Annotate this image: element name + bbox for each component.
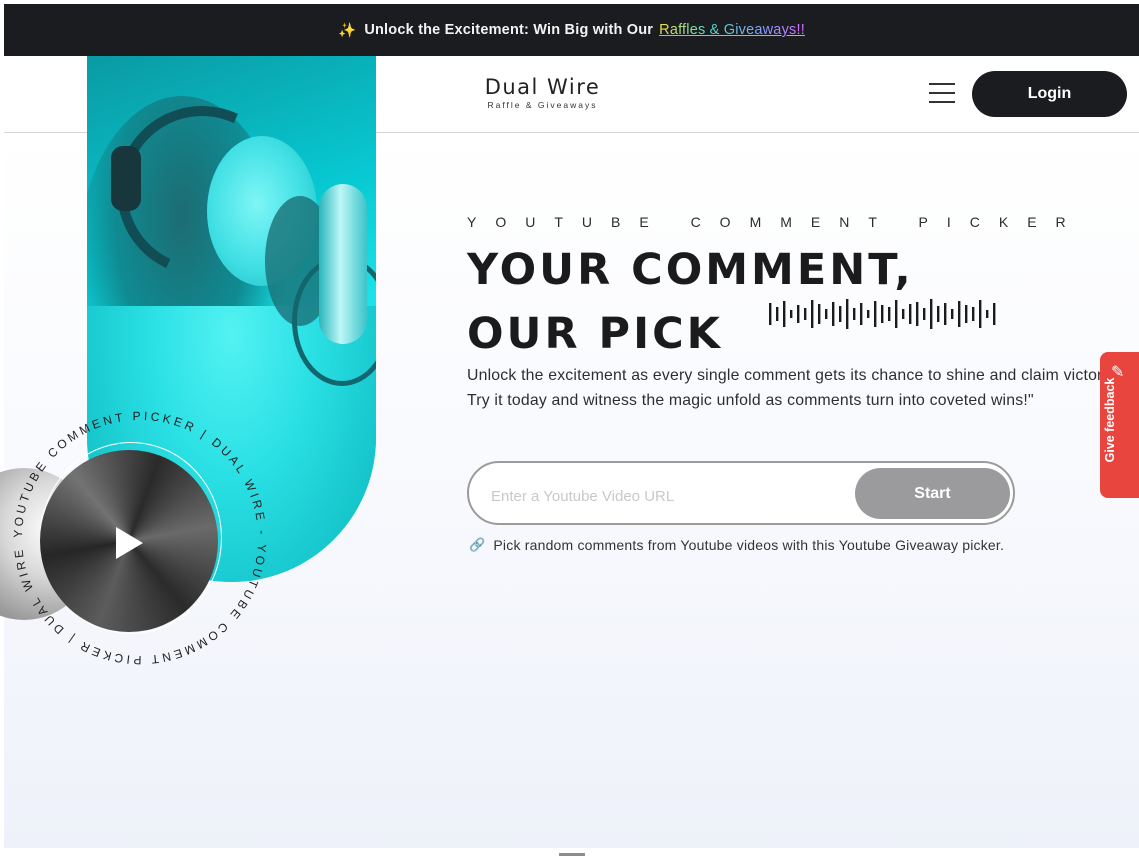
wave-bar <box>958 301 961 327</box>
wave-bar <box>832 302 835 326</box>
video-url-input[interactable] <box>489 481 853 511</box>
wave-bar <box>797 305 800 323</box>
wave-bar <box>979 300 982 328</box>
announcement-text: Unlock the Excitement: Win Big with Our <box>364 22 654 38</box>
wave-bar <box>867 310 870 318</box>
wave-bar <box>853 308 856 320</box>
raffles-giveaways-link[interactable]: Raffles & Giveaways!! <box>659 22 805 38</box>
wave-bar <box>860 303 863 325</box>
wave-bar <box>965 305 968 323</box>
wave-bar <box>818 304 821 324</box>
link-icon: 🔗 <box>469 537 486 552</box>
video-url-form: Start <box>467 461 1015 525</box>
wave-bar <box>804 308 807 320</box>
site-logo[interactable]: Dual Wire Raffle & Giveaways <box>455 76 630 110</box>
wave-bar <box>993 303 996 325</box>
video-play-disc: YOUTUBE COMMENT PICKER | DUAL WIRE - YOU… <box>0 398 280 678</box>
wave-bar <box>874 301 877 327</box>
start-button[interactable]: Start <box>855 468 1010 519</box>
hint-line: 🔗 Pick random comments from Youtube vide… <box>469 537 1004 553</box>
sound-wave-icon <box>769 299 996 329</box>
hero-description: Unlock the excitement as every single co… <box>467 367 1115 409</box>
headline-line-1: YOUR COMMENT, <box>467 245 914 295</box>
wave-bar <box>811 300 814 328</box>
give-feedback-label: Give feedback <box>1103 377 1117 463</box>
wave-bar <box>888 307 891 321</box>
wave-bar <box>930 299 933 329</box>
wave-bar <box>846 299 849 329</box>
hamburger-menu-icon[interactable] <box>929 83 955 105</box>
logo-subtitle: Raffle & Giveaways <box>487 100 598 110</box>
wave-bar <box>825 309 828 319</box>
wave-bar <box>972 307 975 321</box>
wave-bar <box>909 304 912 324</box>
wave-bar <box>895 300 898 328</box>
give-feedback-tab[interactable]: ✎ Give feedback <box>1100 352 1139 498</box>
wave-bar <box>951 309 954 319</box>
wave-bar <box>937 306 940 322</box>
wave-bar <box>790 310 793 318</box>
hero-eyebrow: YOUTUBE COMMENT PICKER <box>467 214 1085 230</box>
logo-title: Dual Wire <box>484 75 601 99</box>
wave-bar <box>783 301 786 327</box>
wave-bar <box>776 307 779 321</box>
wave-bar <box>944 303 947 325</box>
hint-text: Pick random comments from Youtube videos… <box>493 537 1005 553</box>
wave-bar <box>923 308 926 320</box>
wave-bar <box>986 310 989 318</box>
announcement-bar: ✨ Unlock the Excitement: Win Big with Ou… <box>4 4 1139 56</box>
wave-bar <box>839 306 842 322</box>
play-icon[interactable] <box>116 527 143 559</box>
wave-bar <box>916 302 919 326</box>
sparkles-icon: ✨ <box>338 22 357 39</box>
wave-bar <box>769 303 772 325</box>
wave-bar <box>881 305 884 323</box>
wave-bar <box>902 309 905 319</box>
login-button[interactable]: Login <box>972 71 1127 117</box>
